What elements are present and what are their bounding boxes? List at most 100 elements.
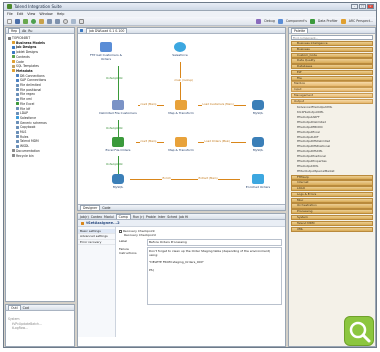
node-mysql-2[interactable]: MySQL (246, 137, 270, 152)
bottom-tab[interactable]: Comp (115, 214, 131, 219)
repository-item[interactable]: Recycle bin (8, 154, 72, 159)
tab-palette[interactable]: Palette (291, 28, 309, 33)
menu-file[interactable]: File (7, 12, 13, 16)
data-profiler-button[interactable]: Data Profiler (318, 19, 338, 23)
palette-folder[interactable]: Talend MDM (291, 220, 373, 227)
palette-folder[interactable]: Internet (291, 180, 373, 186)
grid-icon[interactable] (71, 18, 76, 24)
close-button[interactable]: × (367, 4, 374, 9)
palette-component[interactable]: tFileOutputLDIF (297, 135, 373, 140)
palette-folder[interactable]: Logs & Errors (291, 191, 373, 198)
debug-perspective-button[interactable]: Debug (264, 19, 274, 23)
palette-component[interactable]: tFileOutputMSXML (297, 149, 373, 154)
tab-designer[interactable]: Designer (80, 205, 101, 210)
menu-edit[interactable]: Edit (17, 12, 24, 16)
maximize-button[interactable]: □ (359, 4, 366, 9)
palette-folder[interactable]: Business (291, 46, 373, 52)
palette-component[interactable]: tFileOutputPositional (297, 154, 373, 159)
palette-search[interactable]: Find component... (291, 35, 373, 40)
menu-view[interactable]: View (27, 12, 35, 16)
xml-icon (252, 174, 264, 184)
node-enriched-xml[interactable]: Enriched Orders (240, 174, 276, 189)
node-salesforce[interactable]: Salesforce (162, 42, 198, 57)
tab-repository[interactable]: Rep (8, 28, 21, 33)
palette-folder[interactable]: Data Quality (291, 58, 373, 64)
outline-line[interactable]: tLogRow... (8, 326, 72, 331)
palette-subfolder[interactable]: Mailbox (291, 81, 373, 87)
palette-subfolder[interactable]: Management (291, 93, 373, 99)
node-delimited[interactable]: Delimited File Customers (98, 100, 138, 115)
palette-folder[interactable]: LDAO (291, 186, 373, 192)
palette-folder[interactable]: File (291, 75, 373, 81)
label-input[interactable]: Before Orders Processing (147, 239, 282, 246)
export-icon[interactable] (23, 18, 28, 24)
node-mysql-1[interactable]: MySQL (246, 100, 270, 115)
palette-component[interactable]: tFileOutputEBCDIC (297, 125, 373, 130)
build-icon[interactable] (39, 18, 44, 24)
failure-instructions-textarea[interactable]: Don't forget to clean up the Order Stagi… (147, 246, 282, 305)
component-icon[interactable] (277, 18, 283, 24)
palette-component[interactable]: tFileOutputARFF (297, 115, 373, 120)
bottom-tab[interactable]: Modul (104, 215, 114, 219)
node-map-1[interactable]: Map & Transform (164, 100, 198, 115)
palette-subfolder[interactable]: Output (291, 98, 373, 104)
run-icon[interactable] (31, 18, 36, 24)
palette-subfolder[interactable]: Input (291, 87, 373, 93)
settings-tab-error[interactable]: Error recovery (78, 240, 115, 246)
palette-folder[interactable]: Misc (291, 197, 373, 203)
palette-folder[interactable]: Databases (291, 64, 373, 70)
bottom-tab[interactable]: Proble (146, 215, 156, 219)
node-mysql-3[interactable]: MySQL (106, 174, 130, 189)
menu-help[interactable]: Help (57, 12, 65, 16)
palette-component[interactable]: tFileOutputDelimited (297, 120, 373, 125)
bottom-tab[interactable]: Inter (158, 215, 165, 219)
palette-folder[interactable]: XML (291, 226, 373, 232)
perspective-icon[interactable] (340, 18, 346, 24)
palette-component[interactable]: tFileOutputMSPositional (297, 144, 373, 149)
node-ftp[interactable]: FTP Get Customers & Orders (86, 42, 126, 61)
palette-folder[interactable]: Processing (291, 209, 373, 215)
palette-component[interactable]: tFileOutputExcel (297, 130, 373, 135)
palette-folder[interactable]: Custom_Code (291, 52, 373, 58)
palette-folder[interactable]: ELT (291, 69, 373, 76)
tab-run[interactable]: Ru (28, 29, 32, 33)
palette-component[interactable]: tFileOutputProperties (297, 159, 373, 164)
palette-component[interactable]: tFileOutputXML (297, 164, 373, 169)
checkpoint-checkbox[interactable] (119, 229, 122, 233)
tab-job[interactable]: Job DWLoad 0.1 0.100 (86, 28, 128, 33)
tab-code[interactable]: Cod (23, 306, 29, 310)
node-map-2[interactable]: Map & Transform (164, 137, 198, 152)
save-icon[interactable] (15, 18, 20, 24)
bottom-tab[interactable]: Contex (91, 215, 102, 219)
tab-outline[interactable]: Outl (8, 305, 21, 310)
tab-about[interactable]: Ab (22, 29, 26, 33)
bottom-tab[interactable]: Run (r) (133, 215, 144, 219)
minimize-button[interactable]: – (351, 4, 358, 9)
undo-icon[interactable] (47, 18, 52, 24)
palette-component[interactable]: tAdvancedFileOutputXML (297, 105, 373, 110)
redo-icon[interactable] (55, 18, 60, 24)
tab-code-view[interactable]: Code (102, 206, 110, 210)
new-icon[interactable] (7, 18, 12, 24)
components-perspective-button[interactable]: Component's (286, 19, 307, 23)
palette-folder[interactable]: Orchestration (291, 203, 373, 209)
debug-icon[interactable] (256, 18, 262, 24)
zoom-icon[interactable] (344, 316, 374, 346)
palette-component[interactable]: tFileOutputMSDelimited (297, 139, 373, 144)
palette-folder[interactable]: FTPGulp (291, 174, 373, 180)
bottom-tab[interactable]: Job(r) (80, 215, 89, 219)
node-excel[interactable]: Excel File Orders (100, 137, 136, 152)
window-controls: – □ × (351, 4, 374, 9)
palette-component[interactable]: tFilterOutputSpecialMarket (297, 169, 373, 174)
profiler-icon[interactable] (309, 18, 315, 24)
zoom-icon[interactable] (63, 18, 68, 24)
palette-folder[interactable]: System (291, 215, 373, 221)
search-icon[interactable] (79, 18, 84, 24)
arc-perspective-button[interactable]: ARC Perspect... (349, 19, 373, 23)
bottom-tab[interactable]: Job Hi (179, 215, 188, 219)
palette-folder[interactable]: Business Intelligence (291, 41, 373, 47)
job-canvas[interactable]: FTP Get Customers & Orders Salesforce De… (78, 34, 285, 210)
bottom-tab[interactable]: Sched (167, 215, 177, 219)
menu-window[interactable]: Window (39, 12, 52, 16)
palette-component[interactable]: tXLSFileOutputXML (297, 110, 373, 115)
